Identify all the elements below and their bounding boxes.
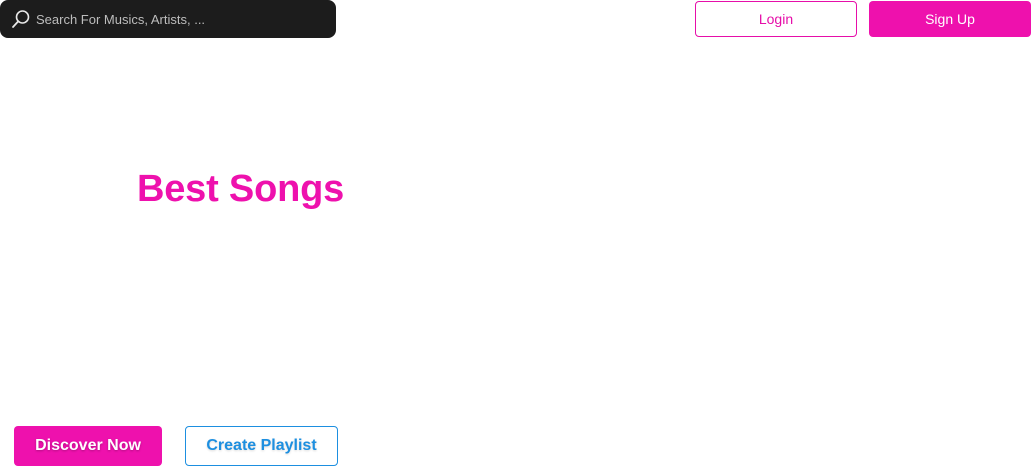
hero-title: Best Songs	[137, 168, 345, 210]
search-icon[interactable]	[10, 8, 32, 30]
login-button[interactable]: Login	[695, 1, 857, 37]
create-playlist-button[interactable]: Create Playlist	[185, 426, 338, 466]
search-input[interactable]	[36, 11, 326, 27]
sign-up-button[interactable]: Sign Up	[869, 1, 1031, 37]
discover-now-button[interactable]: Discover Now	[14, 426, 162, 466]
search-bar[interactable]	[0, 0, 336, 38]
